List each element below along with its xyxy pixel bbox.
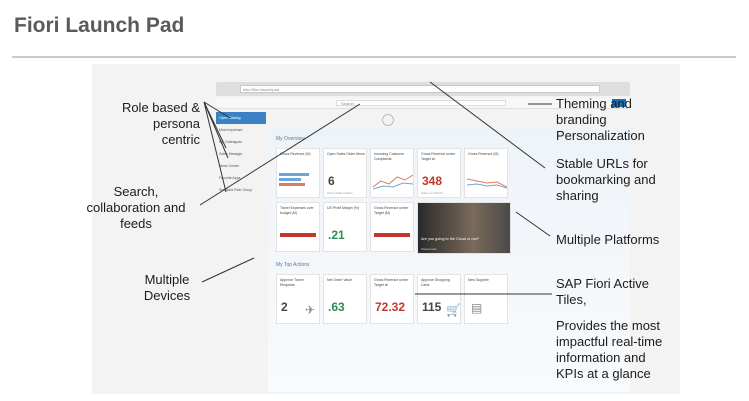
annotation-devices: Multiple Devices bbox=[143, 272, 191, 303]
annotation-search: Search, collaboration and feeds bbox=[86, 184, 186, 231]
annotation-platforms: Multiple Platforms bbox=[556, 232, 660, 247]
annotation-theming: Theming and branding Personalization bbox=[556, 96, 645, 143]
annotation-role-based: Role based & persona centric bbox=[121, 100, 200, 147]
annotation-kpis: Provides the most impactful real-time in… bbox=[556, 318, 663, 381]
annotation-urls: Stable URLs for bookmarking and sharing bbox=[556, 156, 656, 203]
annotation-tiles: SAP Fiori Active Tiles, bbox=[556, 276, 649, 307]
